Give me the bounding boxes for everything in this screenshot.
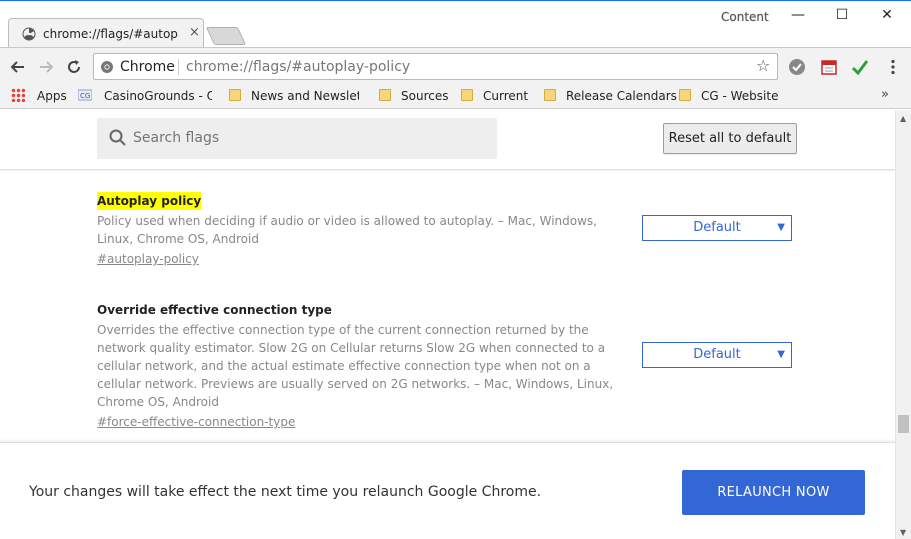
flag-autoplay-policy: Autoplay policy Policy used when decidin… [97, 190, 797, 268]
vertical-scrollbar[interactable]: ▲ ▼ [895, 110, 911, 539]
dropdown-caret-icon: ▼ [777, 222, 785, 233]
search-icon [109, 129, 126, 146]
flag-select-autoplay-policy[interactable]: Default ▼ [642, 215, 792, 241]
flag-permalink[interactable]: #force-effective-connection-type [97, 413, 295, 431]
folder-icon [229, 89, 241, 101]
svg-text:CG: CG [80, 92, 90, 100]
bookmark-folder-release-calendars[interactable]: Release Calendars [544, 88, 677, 106]
toolbar: Chrome chrome://flags/#autoplay-policy ☆ [0, 47, 911, 85]
flag-name: Override effective connection type [97, 303, 332, 317]
search-box[interactable] [97, 118, 497, 159]
extension-shield-icon[interactable] [788, 58, 806, 76]
apps-grid-icon [11, 88, 25, 102]
flags-page: Reset all to default Autoplay policy Pol… [0, 110, 895, 539]
extension-checkmark-icon[interactable] [851, 58, 869, 76]
close-window-button[interactable]: ✕ [877, 7, 897, 25]
title-bar: chrome://flags/#autoplay-policy × Conten… [0, 0, 911, 48]
flags-list: Autoplay policy Policy used when decidin… [0, 172, 895, 444]
select-value: Default [693, 347, 741, 362]
reload-icon[interactable] [64, 57, 84, 77]
extension-calendar-icon[interactable] [820, 58, 838, 76]
folder-icon [544, 89, 556, 101]
tab-title: chrome://flags/#autoplay-policy [43, 27, 179, 41]
menu-kebab-icon[interactable] [884, 58, 902, 76]
casinogrounds-icon: CG [78, 89, 92, 101]
tab-close-icon[interactable]: × [189, 25, 200, 40]
flag-description: Overrides the effective connection type … [97, 323, 614, 409]
folder-icon [461, 89, 473, 101]
flag-name: Autoplay policy [97, 192, 202, 210]
bookmark-star-icon[interactable]: ☆ [756, 56, 770, 75]
folder-icon [679, 89, 691, 101]
relaunch-now-button[interactable]: RELAUNCH NOW [682, 470, 865, 515]
tab-flags[interactable]: chrome://flags/#autoplay-policy × [8, 18, 204, 48]
bookmark-casinogrounds[interactable]: CG CasinoGrounds - On [78, 88, 212, 106]
back-arrow-icon[interactable] [8, 57, 28, 77]
flag-permalink[interactable]: #autoplay-policy [97, 250, 199, 268]
flag-override-connection-type: Override effective connection type Overr… [97, 299, 797, 431]
reset-all-button[interactable]: Reset all to default [663, 123, 797, 154]
bookmark-folder-cg-website[interactable]: CG - Website [679, 88, 778, 106]
bookmark-folder-current[interactable]: Current [461, 88, 528, 106]
profile-name[interactable]: Content [721, 10, 769, 24]
scroll-down-icon[interactable]: ▼ [900, 528, 906, 537]
bookmark-folder-sources[interactable]: Sources [379, 88, 448, 106]
omnibox-separator [178, 59, 179, 75]
minimize-button[interactable]: — [788, 7, 808, 25]
flags-tab-icon [22, 27, 36, 41]
flag-description: Policy used when deciding if audio or vi… [97, 214, 597, 246]
dropdown-caret-icon: ▼ [777, 349, 785, 360]
forward-arrow-icon[interactable] [36, 57, 56, 77]
bookmark-folder-news[interactable]: News and Newslette [229, 88, 359, 106]
relaunch-message: Your changes will take effect the next t… [29, 484, 542, 500]
scroll-thumb[interactable] [898, 415, 909, 433]
folder-icon [379, 89, 391, 101]
flag-select-connection-type[interactable]: Default ▼ [642, 342, 792, 368]
omnibox-url[interactable]: chrome://flags/#autoplay-policy [186, 59, 410, 75]
omnibox-site-label: Chrome [120, 59, 175, 75]
bookmarks-overflow-icon[interactable]: » [881, 87, 889, 102]
omnibox[interactable]: Chrome chrome://flags/#autoplay-policy ☆ [93, 53, 778, 80]
chrome-icon [101, 61, 113, 73]
new-tab-button[interactable] [205, 27, 247, 45]
bookmark-apps[interactable]: Apps [11, 88, 67, 106]
search-header: Reset all to default [0, 110, 895, 170]
search-input[interactable] [133, 126, 473, 150]
bookmarks-bar: Apps CG CasinoGrounds - On News and News… [0, 85, 911, 109]
select-value: Default [693, 220, 741, 235]
relaunch-bar: Your changes will take effect the next t… [0, 442, 895, 539]
maximize-button[interactable]: ☐ [832, 7, 852, 25]
scroll-up-icon[interactable]: ▲ [900, 114, 906, 123]
